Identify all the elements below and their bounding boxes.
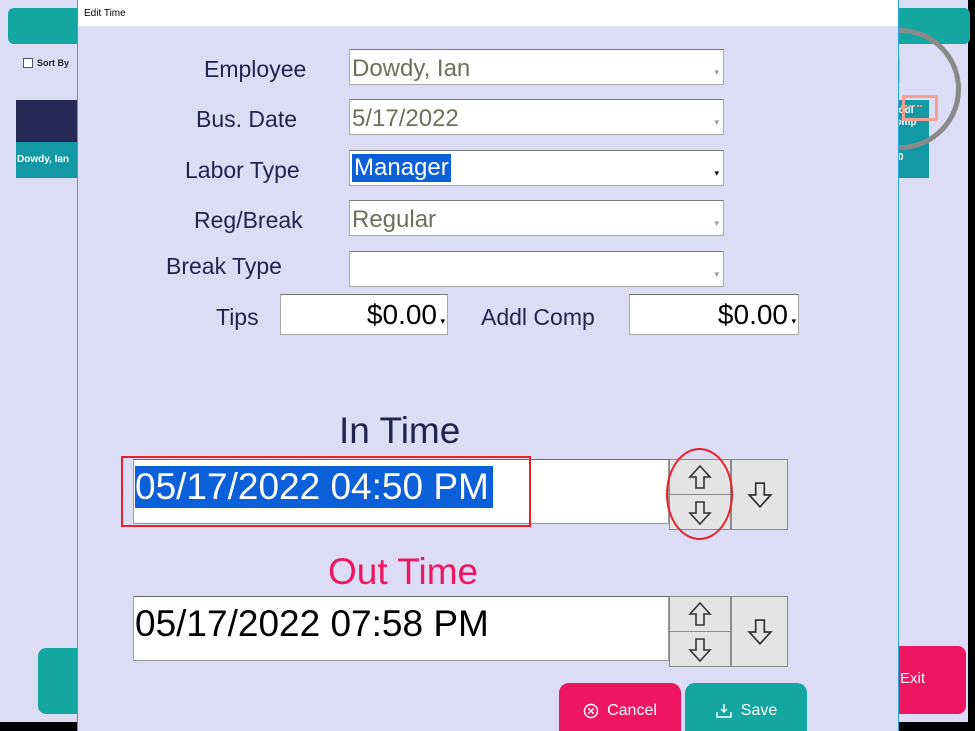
save-button[interactable]: Save [685,683,807,731]
arrow-up-icon [688,601,712,626]
out-time-stepper[interactable] [669,596,731,667]
edit-time-dialog: Edit Time Employee Dowdy, Ian ▾ Bus. Dat… [77,0,899,731]
break-type-label: Break Type [166,253,282,279]
out-time-increment-button[interactable] [670,597,730,632]
out-time-heading: Out Time [328,551,479,592]
dialog-title: Edit Time [78,0,898,26]
arrow-down-icon [688,637,712,662]
bus-date-value: 5/17/2022 [352,105,459,132]
labor-type-select[interactable]: Manager ▾ [349,150,724,186]
save-label: Save [740,702,778,719]
chevron-down-icon: ▾ [791,316,796,326]
cancel-label: Cancel [607,702,657,719]
bg-employee-tile[interactable]: Dowdy, Ian [16,142,78,178]
annotation-highlight-rect [121,456,531,527]
arrow-down-icon [746,481,773,508]
chevron-down-icon: ▾ [714,218,719,228]
in-time-heading: In Time [339,410,461,451]
checkbox-icon [23,58,33,68]
reg-break-label: Reg/Break [194,207,303,233]
employee-value: Dowdy, Ian [352,55,471,82]
chevron-down-icon: ▾ [714,168,719,178]
bus-date-label: Bus. Date [196,106,297,132]
employee-label: Employee [204,56,307,82]
screen: Sort By Dowdy, Ian ddl omp 0 Exit Edit T… [0,0,975,731]
employee-select[interactable]: Dowdy, Ian ▾ [349,49,724,85]
chevron-down-icon: ▾ [440,316,445,326]
chevron-down-icon: ▾ [714,269,719,279]
monitor-outline-icon [902,95,938,121]
labor-type-value: Manager [352,154,451,182]
out-time-input[interactable]: 05/17/2022 07:58 PM [133,596,669,661]
chevron-down-icon: ▾ [714,117,719,127]
addl-comp-label: Addl Comp [481,304,595,330]
annotation-highlight-ellipse [666,448,733,540]
chevron-down-icon: ▾ [714,67,719,77]
bg-header-tile [16,100,78,142]
labor-type-label: Labor Type [185,157,300,183]
addl-comp-value: $0.00 [717,299,788,330]
bus-date-select[interactable]: 5/17/2022 ▾ [349,99,724,135]
out-time-dropdown-button[interactable] [731,596,788,667]
arrow-down-icon [746,618,773,645]
reg-break-value: Regular [352,206,437,233]
tips-value: $0.00 [366,299,437,330]
sort-by-label: Sort By [37,58,70,68]
tips-label: Tips [216,304,259,330]
cancel-icon [583,703,599,719]
tips-input[interactable]: $0.00 ▾ [280,294,448,335]
out-time-value: 05/17/2022 07:58 PM [135,603,489,644]
cancel-button[interactable]: Cancel [559,683,681,731]
out-time-decrement-button[interactable] [670,632,730,667]
bg-top-bar-left [8,8,88,44]
in-time-dropdown-button[interactable] [731,459,788,530]
break-type-select[interactable]: ▾ [349,251,724,287]
save-icon [716,704,732,718]
sort-by-checkbox[interactable]: Sort By [23,58,69,68]
addl-comp-input[interactable]: $0.00 ▾ [629,294,799,335]
reg-break-select[interactable]: Regular ▾ [349,200,724,236]
